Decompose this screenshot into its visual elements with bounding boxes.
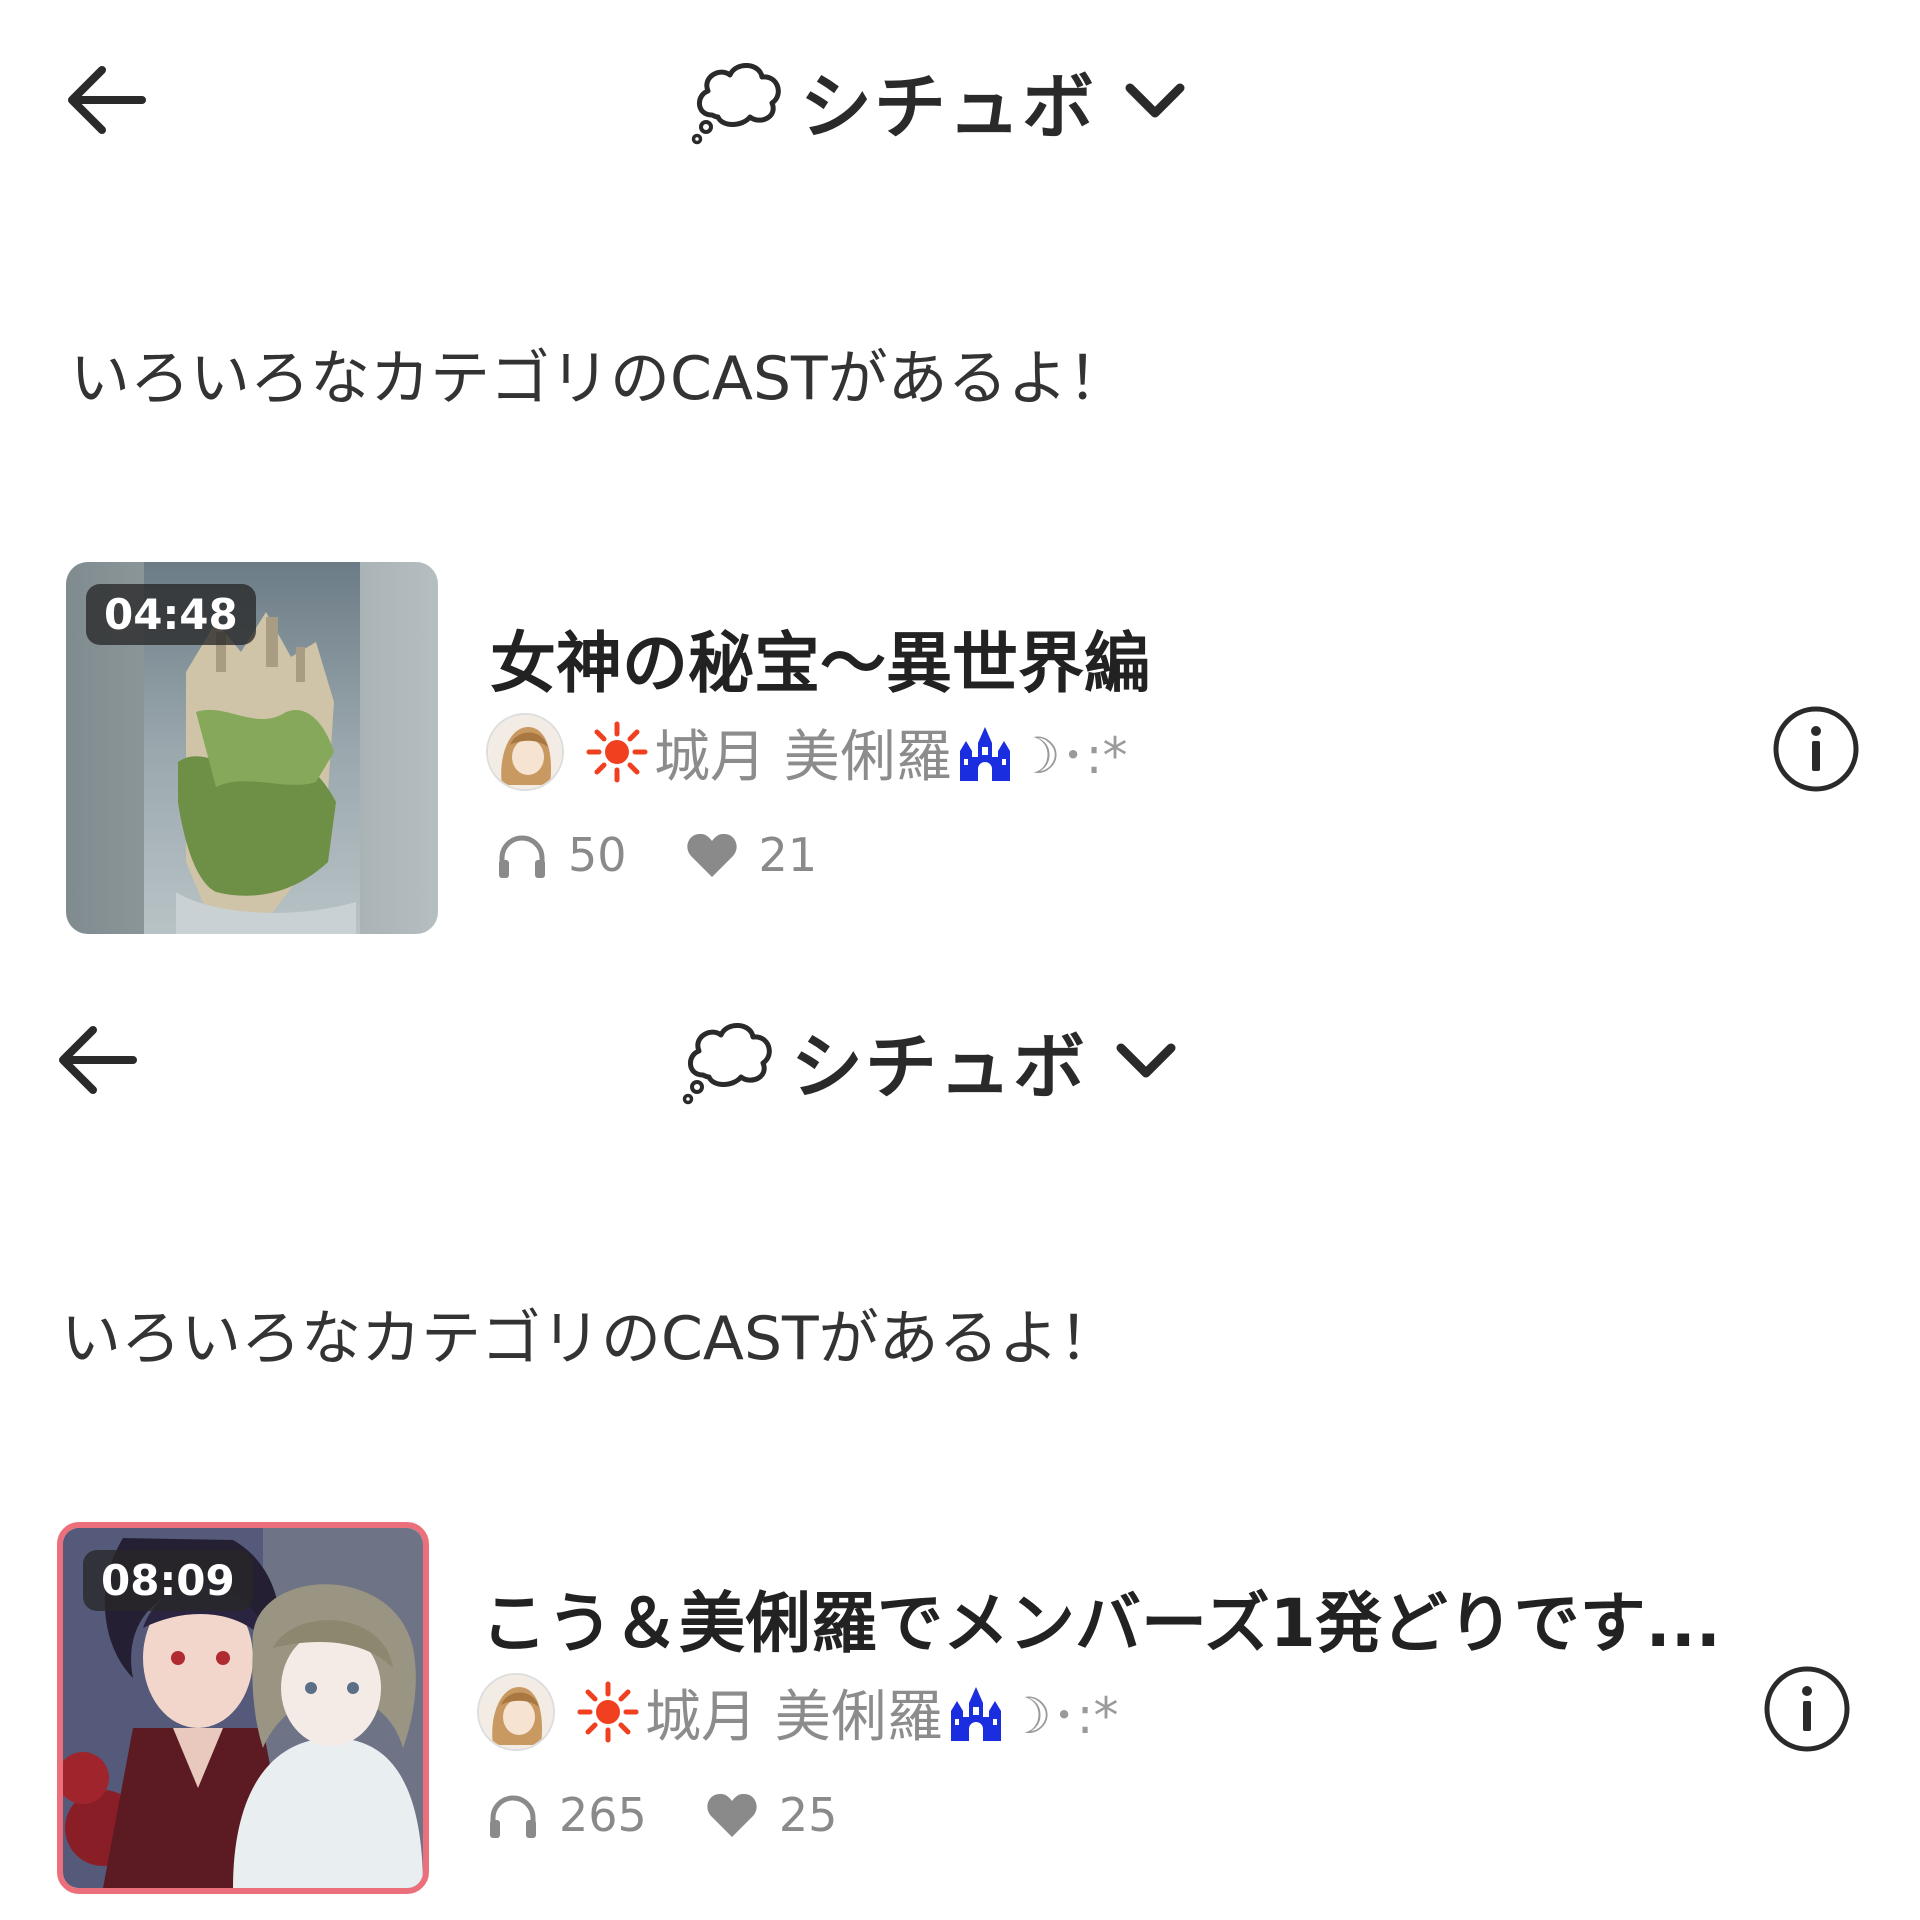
cast-stats: 50 21 bbox=[496, 820, 817, 890]
sun-icon bbox=[586, 721, 648, 783]
heart-icon bbox=[707, 1793, 757, 1837]
chevron-down-icon bbox=[1125, 83, 1185, 118]
thought-bubble-icon bbox=[691, 63, 781, 145]
sun-icon bbox=[577, 1681, 639, 1743]
avatar bbox=[477, 1673, 555, 1751]
thought-bubble-icon bbox=[682, 1023, 772, 1105]
cast-stats: 265 25 bbox=[487, 1780, 837, 1850]
play-count: 50 bbox=[568, 828, 627, 882]
cast-title[interactable]: こう＆美俐羅でメンバーズ1発どりです... bbox=[481, 1570, 1721, 1666]
play-count: 265 bbox=[559, 1788, 647, 1842]
cast-thumbnail[interactable]: 08:09 bbox=[57, 1522, 429, 1894]
back-arrow-icon[interactable] bbox=[53, 1020, 143, 1100]
duration-badge: 08:09 bbox=[83, 1550, 253, 1611]
duration-badge: 04:48 bbox=[86, 584, 256, 645]
category-selector[interactable]: シチュボ bbox=[681, 1015, 1181, 1109]
author-name-suffix: ☽･:* bbox=[1015, 727, 1128, 785]
heart-icon bbox=[686, 833, 737, 877]
author-name-suffix: ☽･:* bbox=[1006, 1687, 1119, 1745]
author-name: 城月 美俐羅 bbox=[645, 1684, 943, 1750]
cast-thumbnail[interactable]: 04:48 bbox=[66, 562, 438, 934]
category-description: いろいろなカテゴリのCASTがあるよ！ bbox=[61, 1304, 1119, 1374]
author-row[interactable]: 城月 美俐羅 ☽･:* bbox=[486, 712, 1127, 792]
info-icon[interactable] bbox=[1761, 1663, 1853, 1755]
category-selector[interactable]: シチュボ bbox=[690, 55, 1190, 149]
like-count: 25 bbox=[778, 1788, 838, 1842]
author-name: 城月 美俐羅 bbox=[654, 724, 952, 790]
back-arrow-icon[interactable] bbox=[62, 60, 152, 140]
author-row[interactable]: 城月 美俐羅 ☽･:* bbox=[477, 1672, 1118, 1752]
screen-panel-2: シチュボ いろいろなカテゴリのCASTがあるよ！ 08:09 こう＆美俐羅でメン… bbox=[0, 960, 1920, 1920]
category-title: シチュボ bbox=[791, 1024, 1088, 1109]
castle-icon bbox=[959, 727, 1010, 781]
category-description: いろいろなカテゴリのCASTがあるよ！ bbox=[70, 344, 1128, 414]
avatar bbox=[486, 713, 564, 791]
headphones-icon bbox=[490, 1795, 536, 1838]
cast-title[interactable]: 女神の秘宝～異世界編 bbox=[490, 610, 1150, 706]
chevron-down-icon bbox=[1116, 1043, 1176, 1078]
category-title: シチュボ bbox=[800, 64, 1097, 149]
screen-panel-1: シチュボ いろいろなカテゴリのCASTがあるよ！ 04:48 女神の秘宝～異世界… bbox=[0, 0, 1920, 960]
headphones-icon bbox=[499, 835, 545, 878]
info-icon[interactable] bbox=[1770, 703, 1862, 795]
like-count: 21 bbox=[758, 828, 818, 882]
castle-icon bbox=[950, 1687, 1001, 1741]
